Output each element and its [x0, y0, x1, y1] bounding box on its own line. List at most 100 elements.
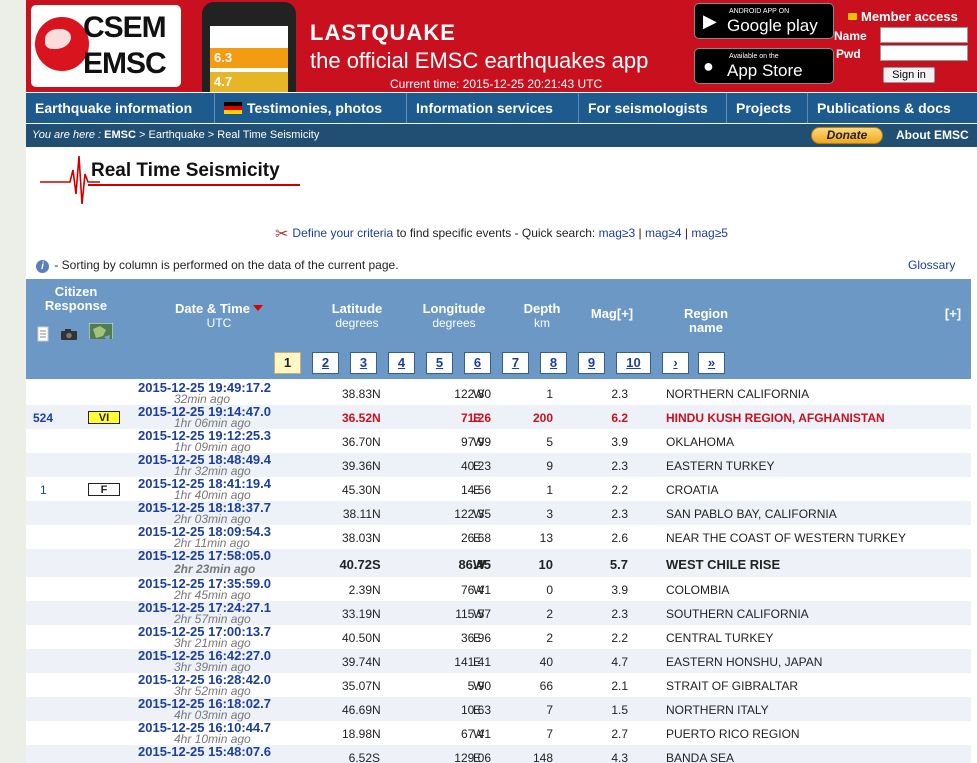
table-row[interactable]: 2015-12-25 17:58:05.0 2hr 23min ago 40.7…	[26, 548, 971, 577]
event-latitude: 2.39	[348, 583, 372, 597]
quick-search-mag3[interactable]: mag≥3	[599, 226, 636, 240]
page-5[interactable]: 5	[426, 352, 453, 374]
event-magnitude: 1.5	[611, 703, 628, 717]
table-row[interactable]: 2015-12-25 16:18:02.7 4hr 03min ago 46.6…	[26, 696, 971, 722]
table-row[interactable]: 1 F 2015-12-25 18:41:19.4 1hr 40min ago …	[26, 476, 971, 502]
table-row[interactable]: 2015-12-25 18:18:37.7 2hr 03min ago 38.1…	[26, 500, 971, 526]
map-thumbnail-icon[interactable]	[89, 323, 113, 339]
page-4[interactable]: 4	[388, 352, 415, 374]
col-lat-sub: degrees	[335, 316, 379, 330]
info-icon: i	[36, 260, 49, 273]
response-count[interactable]: 524	[33, 411, 53, 425]
col-region-name[interactable]: Region name	[666, 307, 746, 335]
col-date-time[interactable]: Date & Time UTC	[154, 302, 284, 330]
password-input[interactable]	[880, 45, 968, 61]
nav-testimonies-photos[interactable]: Testimonies, photos	[215, 93, 407, 123]
page-8[interactable]: 8	[540, 352, 567, 374]
google-play-icon: ▶	[703, 11, 717, 31]
event-lat-hemisphere: N	[372, 583, 381, 597]
event-magnitude: 2.2	[611, 631, 628, 645]
event-region: EASTERN HONSHU, JAPAN	[666, 655, 823, 669]
define-criteria-link[interactable]: Define your criteria	[292, 226, 393, 240]
quick-search-mag4[interactable]: mag≥4	[645, 226, 682, 240]
breadcrumb-emsc[interactable]: EMSC	[104, 129, 136, 141]
nav-information-services[interactable]: Information services	[407, 93, 579, 123]
table-row[interactable]: 2015-12-25 16:28:42.0 3hr 52min ago 35.0…	[26, 672, 971, 698]
lock-icon	[848, 13, 857, 20]
event-datetime[interactable]: 2015-12-25 15:48:07.6	[138, 744, 271, 759]
event-latitude: 36.52	[341, 411, 372, 425]
phone-quake-2: 4.7	[210, 72, 288, 92]
table-row[interactable]: 524 VI 2015-12-25 19:14:47.0 1hr 06min a…	[26, 404, 971, 430]
response-count[interactable]: 1	[40, 483, 47, 497]
google-play-small: ANDROID APP ON	[729, 8, 790, 15]
donate-button[interactable]: Donate	[811, 127, 883, 144]
event-magnitude: 2.1	[611, 679, 628, 693]
event-magnitude: 3.9	[611, 435, 628, 449]
page: CSEM EMSC 6.3 4.7 LASTQUAKE the official…	[26, 0, 977, 763]
breadcrumb-path[interactable]: > Earthquake > Real Time Seismicity	[136, 129, 319, 141]
event-magnitude: 2.6	[611, 531, 628, 545]
table-row[interactable]: 2015-12-25 15:48:07.6 6.52 S 129.06 E 14…	[26, 744, 971, 763]
event-magnitude: 2.2	[611, 483, 628, 497]
page-9[interactable]: 9	[578, 352, 605, 374]
event-latitude: 38.83	[341, 387, 372, 401]
table-row[interactable]: 2015-12-25 16:10:44.7 4hr 10min ago 18.9…	[26, 720, 971, 746]
table-row[interactable]: 2015-12-25 18:09:54.3 2hr 11min ago 38.0…	[26, 524, 971, 550]
app-store-badge[interactable]: ● Available on the App Store	[694, 48, 834, 84]
table-row[interactable]: 2015-12-25 19:49:17.2 32min ago 38.83 N …	[26, 380, 971, 406]
table-row[interactable]: 2015-12-25 17:00:13.7 3hr 21min ago 40.5…	[26, 624, 971, 650]
event-lat-hemisphere: N	[372, 411, 381, 425]
event-lat-hemisphere: N	[372, 631, 381, 645]
event-lat-hemisphere: N	[372, 655, 381, 669]
event-datetime[interactable]: 2015-12-25 17:58:05.0	[138, 548, 271, 563]
col-depth-label: Depth	[523, 301, 561, 316]
sign-in-button[interactable]: Sign in	[883, 67, 935, 83]
col-latitude[interactable]: Latitude degrees	[322, 302, 392, 331]
emsc-logo[interactable]: CSEM EMSC	[31, 5, 181, 87]
logo-csem: CSEM	[83, 11, 167, 44]
table-row[interactable]: 2015-12-25 18:48:49.4 1hr 32min ago 39.3…	[26, 452, 971, 478]
page-6[interactable]: 6	[464, 352, 491, 374]
page-7[interactable]: 7	[502, 352, 529, 374]
event-depth: 9	[546, 459, 553, 473]
glossary-link[interactable]: Glossary	[908, 258, 955, 272]
last-page-button[interactable]: »	[698, 352, 725, 374]
about-emsc-link[interactable]: About EMSC	[896, 124, 969, 147]
expand-columns-button[interactable]: [+]	[938, 307, 968, 321]
event-depth: 2	[546, 607, 553, 621]
nav-for-seismologists[interactable]: For seismologists	[579, 93, 727, 123]
page-2[interactable]: 2	[312, 352, 339, 374]
table-row[interactable]: 2015-12-25 16:42:27.0 3hr 39min ago 39.7…	[26, 648, 971, 674]
col-longitude[interactable]: Longitude degrees	[414, 302, 494, 331]
event-lon-hemisphere: W	[473, 679, 485, 693]
col-magnitude[interactable]: Mag[+]	[582, 307, 642, 321]
event-region: NORTHERN ITALY	[666, 703, 769, 717]
intensity-badge[interactable]: F	[88, 483, 120, 496]
table-row[interactable]: 2015-12-25 17:35:59.0 2hr 45min ago 2.39…	[26, 576, 971, 602]
event-lon-hemisphere: E	[473, 631, 482, 645]
intensity-badge[interactable]: VI	[88, 411, 120, 424]
event-lat-hemisphere: N	[372, 435, 381, 449]
col-depth[interactable]: Depth km	[516, 301, 568, 331]
page-3[interactable]: 3	[350, 352, 377, 374]
event-region: HINDU KUSH REGION, AFGHANISTAN	[666, 411, 885, 425]
event-latitude: 6.52	[348, 751, 372, 763]
page-1[interactable]: 1	[274, 352, 301, 374]
col-citizen-line2: Response	[44, 298, 108, 313]
nav-earthquake-information[interactable]: Earthquake information	[26, 93, 215, 123]
table-row[interactable]: 2015-12-25 19:12:25.3 1hr 09min ago 36.7…	[26, 428, 971, 454]
event-lon-hemisphere: W	[473, 387, 485, 401]
table-row[interactable]: 2015-12-25 17:24:27.1 2hr 57min ago 33.1…	[26, 600, 971, 626]
quick-search-mag5[interactable]: mag≥5	[691, 226, 728, 240]
next-page-button[interactable]: ›	[662, 352, 689, 374]
google-play-badge[interactable]: ▶ ANDROID APP ON Google play	[694, 3, 834, 39]
document-icon[interactable]	[37, 326, 49, 342]
phone-quake-1: 6.3	[210, 48, 288, 68]
nav-publications-docs[interactable]: Publications & docs	[808, 93, 977, 123]
camera-icon[interactable]	[60, 328, 78, 344]
page-10[interactable]: 10	[616, 352, 651, 374]
nav-projects[interactable]: Projects	[727, 93, 808, 123]
german-flag-icon	[224, 102, 242, 114]
name-input[interactable]	[880, 27, 968, 43]
